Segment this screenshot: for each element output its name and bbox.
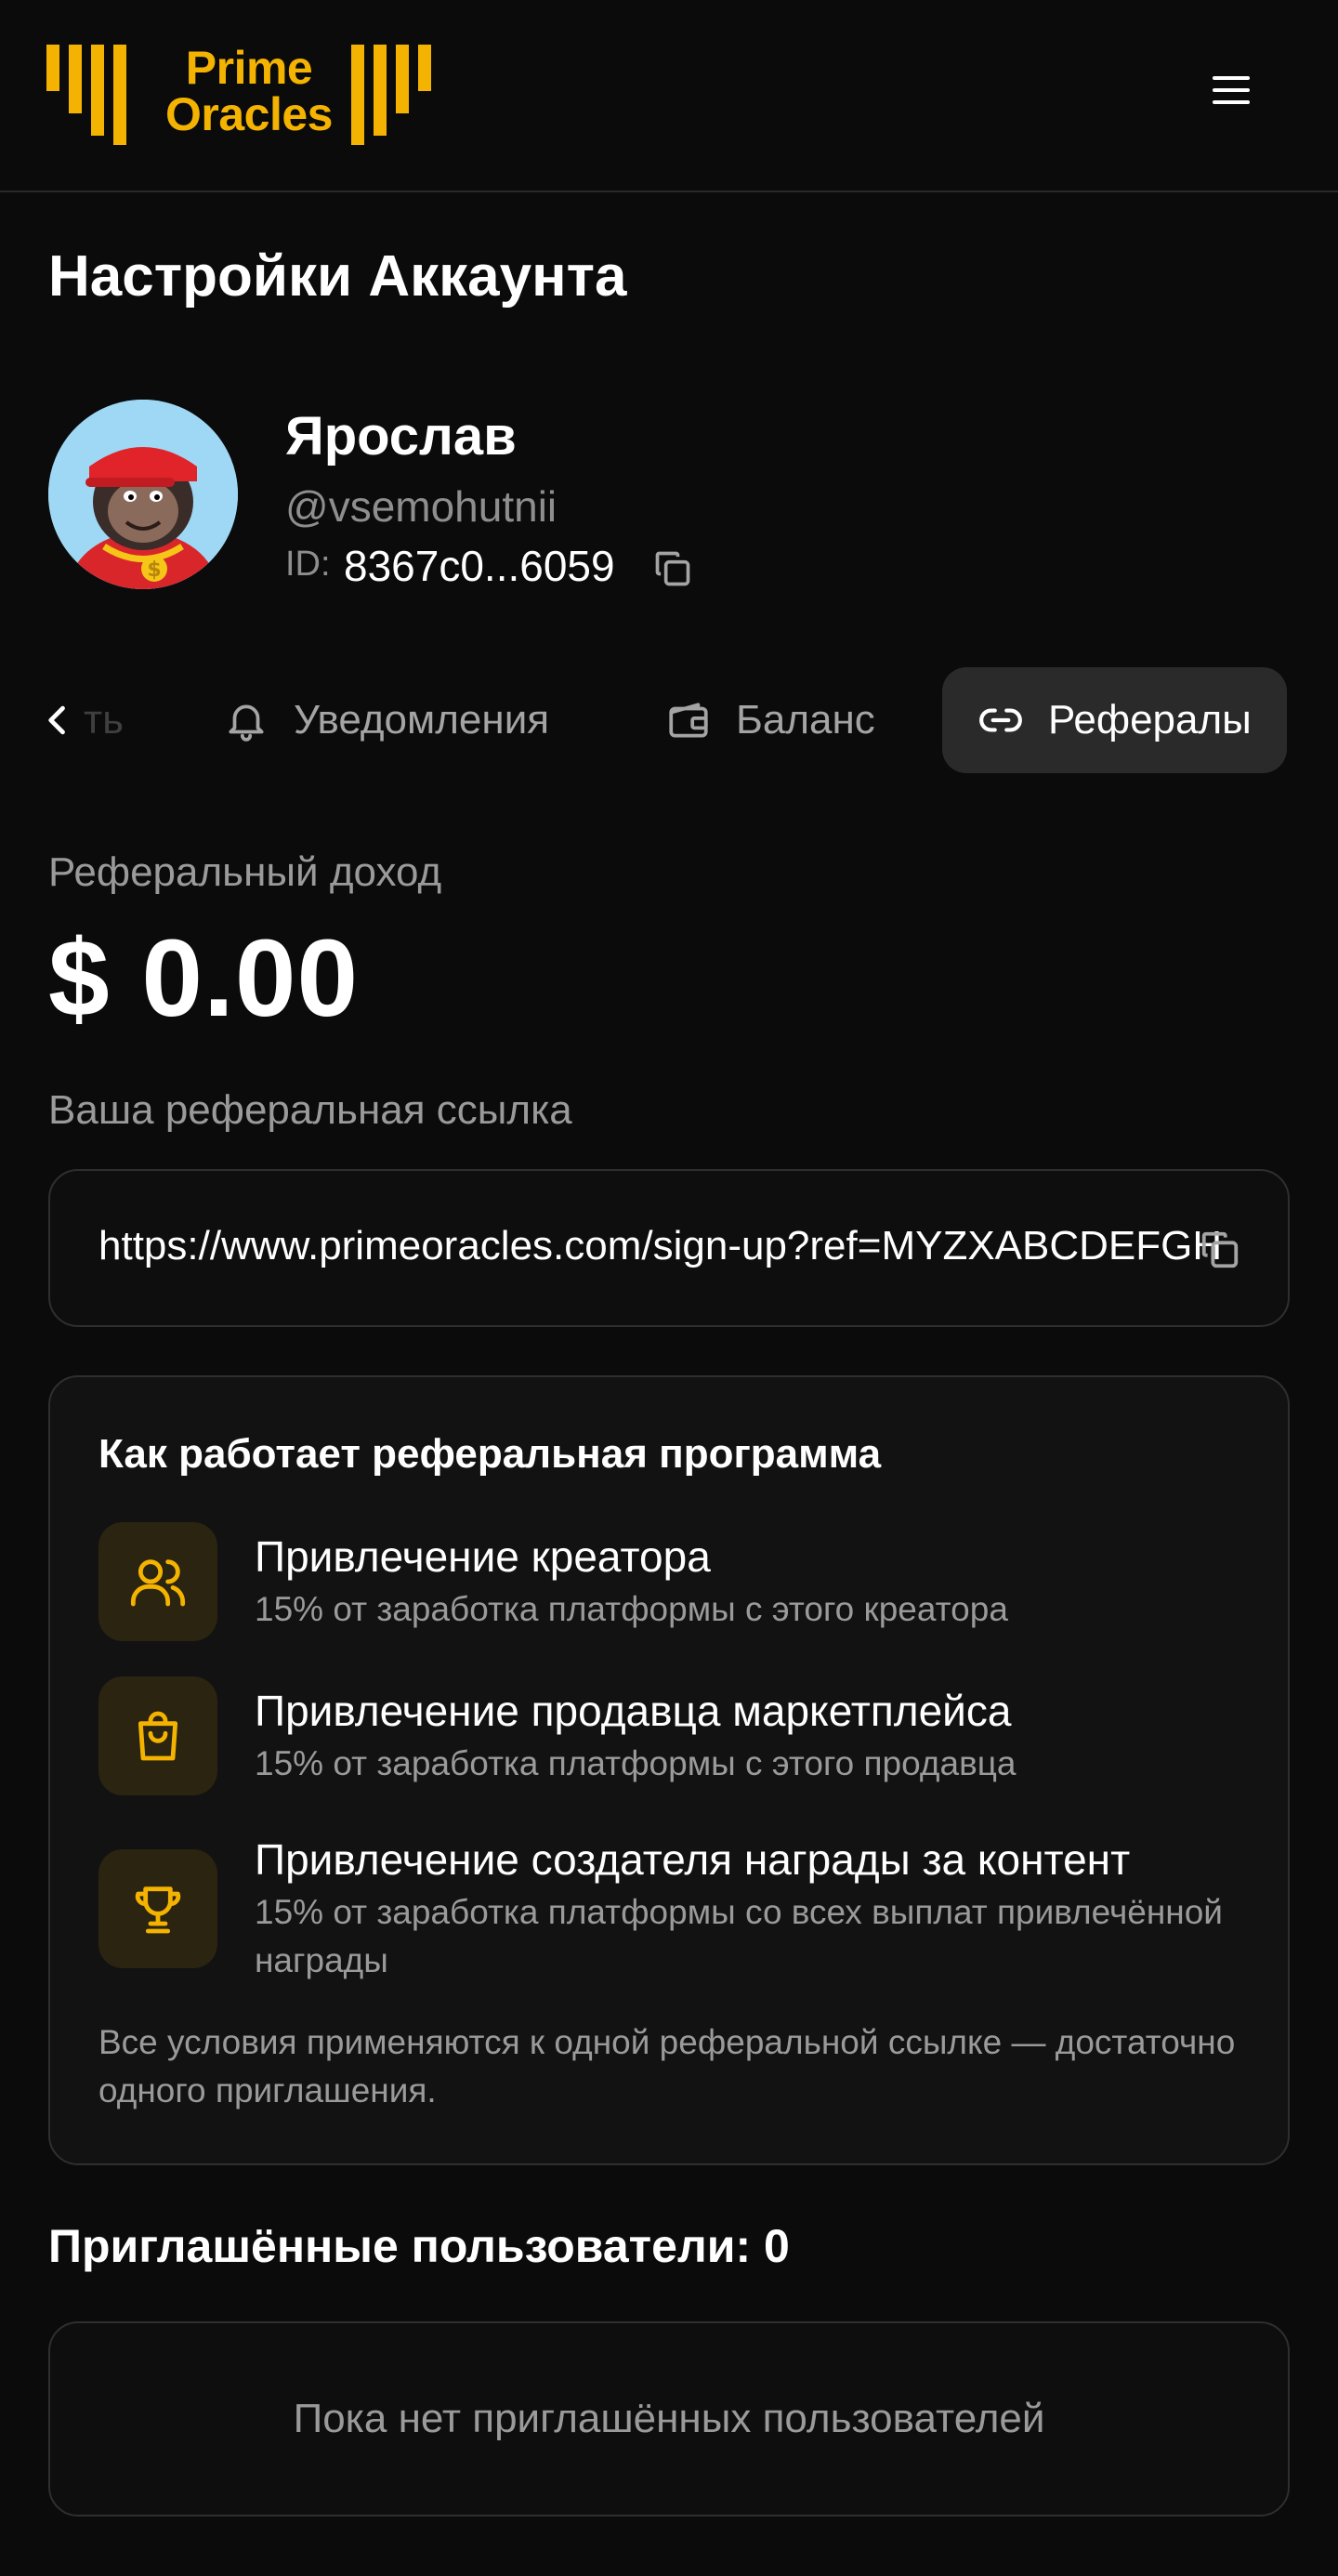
tabs-scroll-left-button[interactable]: ть bbox=[37, 667, 139, 773]
referral-link-label: Ваша реферальная ссылка bbox=[48, 1087, 572, 1133]
copy-id-icon[interactable] bbox=[652, 548, 693, 594]
referral-income-label: Реферальный доход bbox=[48, 849, 442, 895]
top-header: Prime Oracles bbox=[0, 0, 1338, 192]
logo-line2: Oracles bbox=[165, 88, 333, 140]
copy-link-icon[interactable] bbox=[1199, 1229, 1241, 1276]
referral-income-value: $ 0.00 bbox=[48, 917, 360, 1040]
howto-item-title: Привлечение создателя награды за контент bbox=[255, 1835, 1131, 1884]
logo-text: Prime Oracles bbox=[133, 45, 365, 138]
logo-line1: Prime bbox=[185, 42, 313, 94]
users-icon bbox=[98, 1522, 217, 1641]
user-name: Ярослав bbox=[285, 406, 517, 467]
referral-link-text: https://www.primeoracles.com/sign-up?ref… bbox=[98, 1223, 1223, 1268]
invited-users-empty-state: Пока нет приглашённых пользователей bbox=[48, 2321, 1290, 2517]
referral-program-title: Как работает реферальная программа bbox=[98, 1431, 882, 1477]
page-title: Настройки Аккаунта bbox=[48, 244, 627, 309]
chevron-left-icon bbox=[48, 705, 65, 735]
tab-notifications-label: Уведомления bbox=[294, 697, 550, 743]
howto-item-desc: 15% от заработка платформы с этого прода… bbox=[255, 1744, 1017, 1782]
tab-balance-label: Баланс bbox=[736, 697, 875, 743]
tab-referrals-label: Рефералы bbox=[1048, 697, 1252, 743]
link-icon bbox=[977, 697, 1024, 743]
referral-link-field[interactable]: https://www.primeoracles.com/sign-up?ref… bbox=[48, 1169, 1290, 1327]
prime-oracles-logo[interactable]: Prime Oracles bbox=[46, 45, 431, 145]
tab-referrals[interactable]: Рефералы bbox=[942, 667, 1287, 773]
howto-item-title: Привлечение продавца маркетплейса bbox=[255, 1687, 1012, 1735]
tab-partial-label: ть bbox=[84, 697, 125, 743]
hamburger-menu-icon[interactable] bbox=[1208, 76, 1254, 113]
referral-program-note: Все условия применяются к одной рефераль… bbox=[98, 2023, 1236, 2109]
avatar: $ bbox=[48, 400, 238, 589]
shopping-bag-icon bbox=[98, 1676, 217, 1795]
howto-item-title: Привлечение креатора bbox=[255, 1532, 711, 1581]
gorilla-avatar-icon: $ bbox=[48, 400, 238, 589]
logo-bars-right bbox=[351, 45, 431, 145]
empty-state-text: Пока нет приглашённых пользователей bbox=[293, 2396, 1045, 2441]
invited-users-title: Приглашённые пользователи: 0 bbox=[48, 2220, 790, 2272]
wallet-icon bbox=[665, 697, 712, 743]
logo-bars-left bbox=[46, 45, 126, 145]
howto-item-desc: 15% от заработка платформы со всех выпла… bbox=[255, 1893, 1223, 1979]
trophy-icon bbox=[98, 1849, 217, 1968]
referral-program-card: Как работает реферальная программа Привл… bbox=[48, 1375, 1290, 2165]
tab-notifications[interactable]: Уведомления bbox=[223, 667, 549, 773]
howto-item-desc: 15% от заработка платформы с этого креат… bbox=[255, 1590, 1008, 1628]
bell-icon bbox=[223, 697, 269, 743]
user-id-value: 8367c0...6059 bbox=[344, 542, 615, 590]
tab-balance[interactable]: Баланс bbox=[665, 667, 875, 773]
user-id-label: ID: bbox=[285, 545, 331, 584]
svg-text:$: $ bbox=[147, 559, 161, 582]
user-handle: @vsemohutnii bbox=[285, 482, 558, 531]
settings-tabs: ть Уведомления Баланс Рефералы bbox=[0, 667, 1338, 777]
